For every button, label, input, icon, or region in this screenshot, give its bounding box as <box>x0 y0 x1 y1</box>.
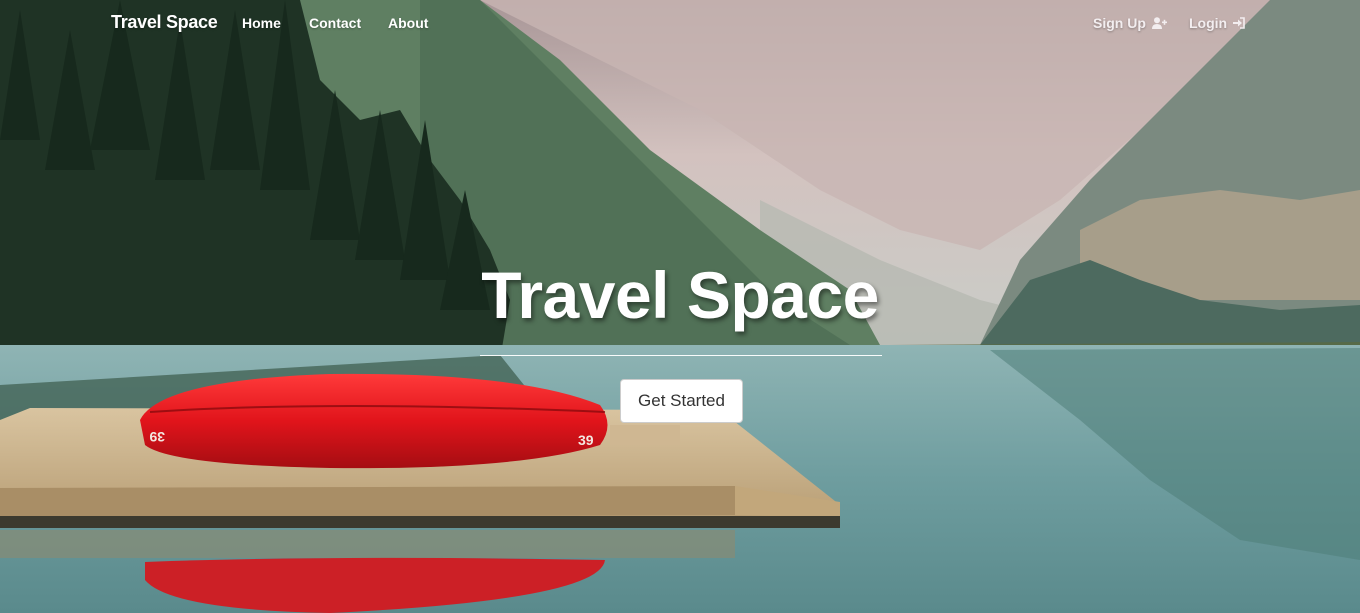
brand-logo-link[interactable]: Travel Space <box>111 12 218 33</box>
hero-section: 39 39 Travel Space Home Contact About Si… <box>0 0 1360 613</box>
hero-title: Travel Space <box>481 258 879 332</box>
user-plus-icon <box>1151 16 1167 32</box>
nav-link-sign-up[interactable]: Sign Up <box>1093 15 1167 32</box>
top-navbar: Travel Space Home Contact About Sign Up … <box>0 0 1360 46</box>
get-started-button[interactable]: Get Started <box>620 379 743 423</box>
nav-link-contact[interactable]: Contact <box>309 15 361 31</box>
nav-link-login[interactable]: Login <box>1189 15 1245 32</box>
sign-up-label: Sign Up <box>1093 15 1146 31</box>
sign-in-icon <box>1233 16 1245 32</box>
login-label: Login <box>1189 15 1228 31</box>
svg-text:39: 39 <box>578 432 594 448</box>
svg-text:39: 39 <box>149 429 165 445</box>
nav-link-about[interactable]: About <box>388 15 428 31</box>
hero-divider <box>480 355 882 356</box>
nav-link-home[interactable]: Home <box>242 15 281 31</box>
